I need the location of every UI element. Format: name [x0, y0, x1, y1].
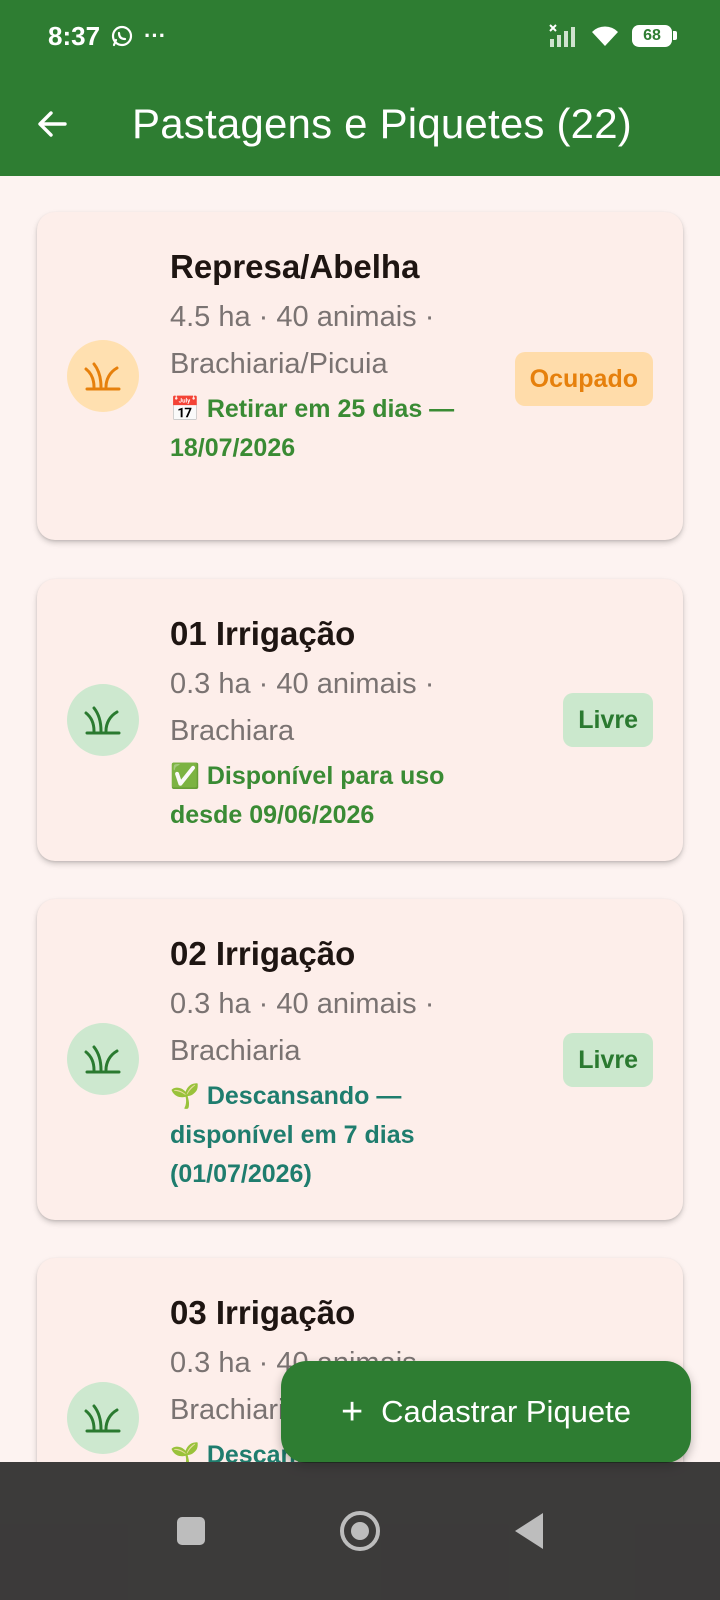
- add-pasture-label: Cadastrar Piquete: [381, 1394, 632, 1429]
- grass-icon: [84, 362, 121, 391]
- app-bar: Pastagens e Piquetes (22): [0, 72, 720, 176]
- grass-icon: [84, 1045, 121, 1074]
- wifi-icon: [592, 26, 618, 46]
- status-right: 68: [548, 23, 677, 49]
- pasture-meta: 0.3 ha · 40 animais · Brachiara: [170, 668, 435, 747]
- pasture-avatar: [67, 1023, 139, 1095]
- pasture-avatar: [67, 340, 139, 412]
- card-body: 02 Irrigação 0.3 ha · 40 animais · Brach…: [170, 935, 500, 1194]
- pasture-note-text: Retirar em 25 dias — 18/07/2026: [170, 395, 455, 462]
- page-title: Pastagens e Piquetes (22): [132, 100, 632, 147]
- recent-apps-button[interactable]: [177, 1517, 206, 1545]
- status-badge: Livre: [563, 1033, 653, 1087]
- whatsapp-icon: [111, 25, 133, 47]
- pasture-avatar: [67, 684, 139, 756]
- plus-icon: +: [340, 1391, 364, 1433]
- pasture-name: 02 Irrigação: [170, 935, 356, 972]
- pasture-name: 03 Irrigação: [170, 1294, 356, 1331]
- pasture-card[interactable]: Represa/Abelha 4.5 ha · 40 animais · Bra…: [37, 212, 683, 540]
- pasture-meta: 4.5 ha · 40 animais · Brachiaria/Picuia: [170, 301, 435, 380]
- status-badge: Ocupado: [514, 352, 653, 406]
- pasture-card[interactable]: 01 Irrigação 0.3 ha · 40 animais · Brach…: [37, 579, 683, 861]
- pasture-meta: 0.3 ha · 40 animais · Brachiaria: [170, 988, 435, 1067]
- signal-icon: [549, 24, 575, 47]
- pasture-note: 🌱 Descansando — disponível em 7 dias (01…: [170, 1077, 450, 1194]
- system-back-button[interactable]: [514, 1513, 543, 1549]
- home-button[interactable]: [339, 1511, 380, 1551]
- back-button[interactable]: [0, 72, 104, 176]
- pasture-avatar: [67, 1382, 139, 1454]
- pasture-card[interactable]: 02 Irrigação 0.3 ha · 40 animais · Brach…: [37, 899, 683, 1220]
- pasture-list[interactable]: Represa/Abelha 4.5 ha · 40 animais · Bra…: [0, 176, 720, 1462]
- pasture-note: 📅 Retirar em 25 dias — 18/07/2026: [170, 390, 470, 468]
- system-nav-bar: [0, 1462, 720, 1600]
- card-body: Represa/Abelha 4.5 ha · 40 animais · Bra…: [170, 248, 470, 468]
- arrow-left-icon: [38, 111, 67, 137]
- pasture-note: ✅ Disponível para uso desde 09/06/2026: [170, 757, 500, 835]
- status-time: 8:37: [48, 20, 101, 51]
- status-bar: 8:37 ··· 68: [0, 0, 720, 72]
- calendar-icon: 📅: [170, 396, 200, 423]
- status-more: ···: [144, 23, 167, 48]
- seedling-icon: 🌱: [170, 1083, 200, 1110]
- grass-icon: [84, 1404, 121, 1433]
- grass-icon: [84, 706, 121, 735]
- card-body: 01 Irrigação 0.3 ha · 40 animais · Brach…: [170, 615, 500, 835]
- status-left: 8:37 ···: [48, 21, 166, 52]
- battery-indicator: 68: [632, 25, 677, 47]
- pasture-note-text: Descansando — disponível em 7 dias (01/0…: [170, 1082, 415, 1188]
- pasture-note-text: Disponível para uso desde 09/06/2026: [170, 762, 445, 829]
- pasture-name: Represa/Abelha: [170, 248, 420, 285]
- pasture-name: 01 Irrigação: [170, 615, 356, 652]
- status-badge: Livre: [563, 693, 653, 747]
- add-pasture-button[interactable]: + Cadastrar Piquete: [281, 1361, 691, 1463]
- seedling-icon: 🌱: [170, 1442, 200, 1462]
- check-icon: ✅: [170, 763, 200, 790]
